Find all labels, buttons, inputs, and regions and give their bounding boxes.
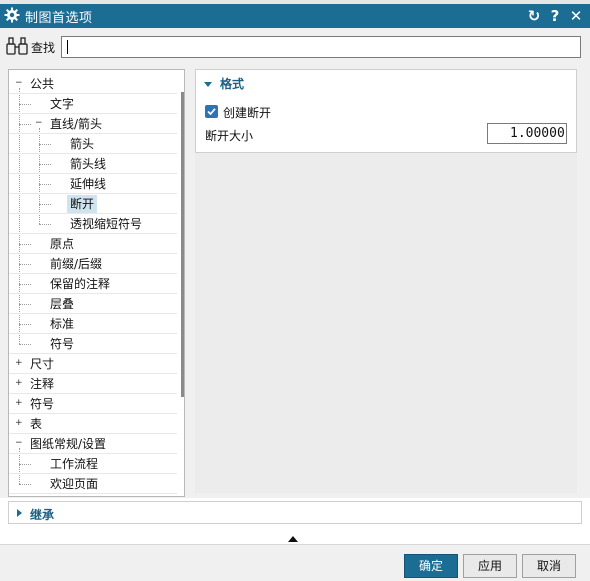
tree-connector xyxy=(19,104,31,105)
create-break-checkbox[interactable] xyxy=(205,105,218,118)
tree-item-label: 符号 xyxy=(50,337,75,351)
tree-item-label: 层叠 xyxy=(50,297,75,311)
expand-plus-icon[interactable]: + xyxy=(15,399,23,408)
create-break-label: 创建断开 xyxy=(223,106,272,120)
tree-connector xyxy=(39,224,51,225)
tree-connector xyxy=(19,324,31,325)
collapse-triangle-icon xyxy=(204,82,212,87)
tree-item-label: 标准 xyxy=(50,317,75,331)
tree-item[interactable]: + 表 xyxy=(9,414,177,434)
tree-scrollbar[interactable] xyxy=(181,92,184,397)
format-section-header[interactable]: 格式 xyxy=(204,75,244,92)
format-header-label: 格式 xyxy=(220,77,245,91)
expand-plus-icon[interactable]: + xyxy=(15,419,23,428)
tree-item[interactable]: 欢迎页面 xyxy=(9,474,177,494)
tree-item[interactable]: 原点 xyxy=(9,234,177,254)
collapse-minus-icon[interactable]: − xyxy=(15,79,23,88)
tree-item[interactable]: 符号 xyxy=(9,334,177,354)
tree-connector xyxy=(19,264,31,265)
break-size-input[interactable]: 1.00000 xyxy=(487,123,567,144)
tree-item-label: 直线/箭头 xyxy=(50,117,103,131)
format-section: 格式 创建断开 断开大小 1.00000 xyxy=(195,69,577,153)
tree-item-label: 图纸格式 xyxy=(27,495,81,496)
tree-connector xyxy=(19,124,31,125)
tree-connector xyxy=(39,144,51,145)
tree-connector xyxy=(19,304,31,305)
search-input[interactable] xyxy=(61,36,581,58)
break-size-label: 断开大小 xyxy=(205,129,254,143)
gear-icon xyxy=(4,7,20,23)
window-title: 制图首选项 xyxy=(25,11,93,26)
help-icon[interactable]: ? xyxy=(546,6,564,26)
ok-button[interactable]: 确定 xyxy=(404,554,458,578)
binoculars-icon xyxy=(6,37,30,55)
tree-item[interactable]: + 符号 xyxy=(9,394,177,414)
tree-connector xyxy=(39,164,51,165)
tree-item-label: 箭头 xyxy=(70,137,95,151)
tree-item-label: 注释 xyxy=(30,377,55,391)
tree-item[interactable]: 断开 xyxy=(9,194,177,214)
title-bar: 制图首选项 ↻ ? ✕ xyxy=(0,4,590,28)
tree-item[interactable]: +图纸格式 xyxy=(9,494,177,496)
tree-item[interactable]: 文字 xyxy=(9,94,177,114)
tree-item[interactable]: 箭头线 xyxy=(9,154,177,174)
search-row: 查找 xyxy=(0,28,590,64)
tree-connector xyxy=(19,344,31,345)
tree-item[interactable]: − 图纸常规/设置 xyxy=(9,434,177,454)
close-icon[interactable]: ✕ xyxy=(567,6,585,26)
tree-item-label: 图纸常规/设置 xyxy=(30,437,107,451)
tree-connector xyxy=(19,244,31,245)
tree-item[interactable]: 标准 xyxy=(9,314,177,334)
tree-connector xyxy=(19,464,31,465)
search-label: 查找 xyxy=(31,41,56,55)
tree-item-label: 断开 xyxy=(67,195,98,213)
text-caret xyxy=(67,40,68,54)
dialog-footer: 确定 应用 取消 xyxy=(0,545,590,581)
tree-item-label: 延伸线 xyxy=(70,177,107,191)
tree-item-label: 原点 xyxy=(50,237,75,251)
collapse-minus-icon[interactable]: − xyxy=(35,119,43,128)
inherit-section[interactable]: 继承 xyxy=(8,501,582,524)
expand-plus-icon[interactable]: + xyxy=(15,359,23,368)
tree-item-label: 前缀/后缀 xyxy=(50,257,103,271)
tree-item-label: 符号 xyxy=(30,397,55,411)
tree-connector xyxy=(19,484,31,485)
tree-item-label: 工作流程 xyxy=(50,457,99,471)
apply-button[interactable]: 应用 xyxy=(463,554,517,578)
tree-item[interactable]: 箭头 xyxy=(9,134,177,154)
tree-item[interactable]: 工作流程 xyxy=(9,454,177,474)
category-tree[interactable]: − 公共 文字 − 直线/箭头 箭头 箭头线 延伸线 断开 透视缩短符号 原点 前缀/后缀 保留的注释层… xyxy=(8,69,185,497)
collapse-minus-icon[interactable]: − xyxy=(15,439,23,448)
tree-item-label: 保留的注释 xyxy=(50,277,111,291)
tree-connector xyxy=(39,184,51,185)
tree-connector xyxy=(39,204,51,205)
tree-item[interactable]: + 尺寸 xyxy=(9,354,177,374)
reset-icon[interactable]: ↻ xyxy=(525,6,543,26)
tree-item-label: 箭头线 xyxy=(70,157,107,171)
collapse-up-icon[interactable] xyxy=(288,536,298,542)
settings-panel: 格式 创建断开 断开大小 1.00000 xyxy=(195,69,577,493)
cancel-button[interactable]: 取消 xyxy=(522,554,576,578)
tree-item[interactable]: 延伸线 xyxy=(9,174,177,194)
inherit-header-label: 继承 xyxy=(30,508,55,522)
tree-item[interactable]: 层叠 xyxy=(9,294,177,314)
tree-item[interactable]: 透视缩短符号 xyxy=(9,214,177,234)
main-area: − 公共 文字 − 直线/箭头 箭头 箭头线 延伸线 断开 透视缩短符号 原点 前缀/后缀 保留的注释层… xyxy=(0,64,590,498)
tree-item-label: 文字 xyxy=(50,97,75,111)
tree-item-label: 透视缩短符号 xyxy=(70,217,143,231)
tree-item[interactable]: − 公共 xyxy=(9,74,177,94)
tree-item-label: 尺寸 xyxy=(30,357,55,371)
expand-triangle-icon xyxy=(17,509,22,517)
checkmark-icon xyxy=(207,108,216,116)
tree-item[interactable]: 保留的注释 xyxy=(9,274,177,294)
tree-item-label: 欢迎页面 xyxy=(50,477,99,491)
tree-connector xyxy=(19,284,31,285)
tree-item[interactable]: 前缀/后缀 xyxy=(9,254,177,274)
tree-item[interactable]: − 直线/箭头 xyxy=(9,114,177,134)
tree-item[interactable]: + 注释 xyxy=(9,374,177,394)
expand-plus-icon[interactable]: + xyxy=(15,379,23,388)
tree-item-label: 表 xyxy=(30,417,43,431)
tree-item-label: 公共 xyxy=(30,77,55,91)
